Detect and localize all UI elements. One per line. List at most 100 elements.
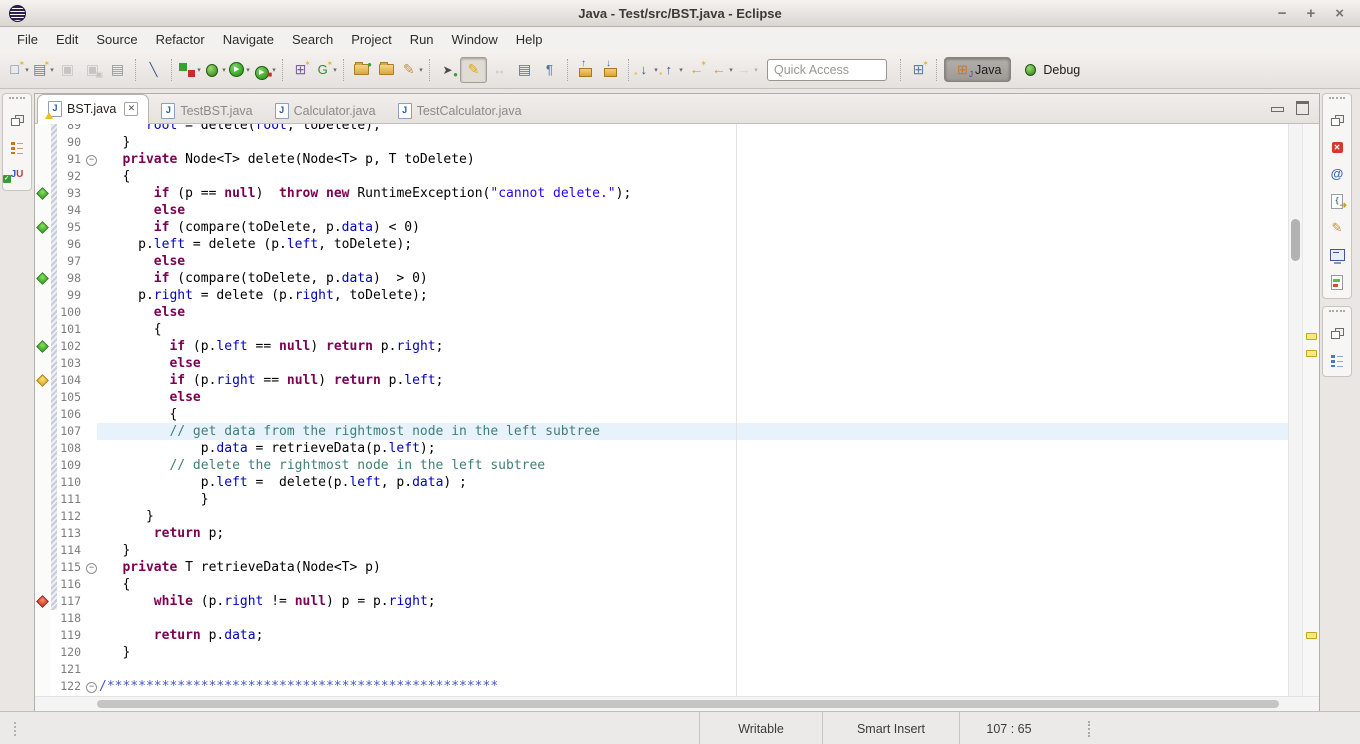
menu-refactor[interactable]: Refactor xyxy=(147,29,214,50)
code-line-100[interactable]: 100 else xyxy=(35,304,1289,321)
fold-gutter-cell[interactable] xyxy=(85,338,97,355)
code-text[interactable]: private T retrieveData(Node<T> p) xyxy=(97,559,1289,576)
code-line-122[interactable]: 122−/***********************************… xyxy=(35,678,1289,695)
collapse-icon[interactable]: − xyxy=(86,682,97,693)
search-view-icon[interactable]: ✎ xyxy=(1328,220,1346,236)
code-text[interactable]: } xyxy=(97,508,1289,525)
marker-gutter-cell[interactable] xyxy=(35,542,51,559)
code-line-97[interactable]: 97 else xyxy=(35,253,1289,270)
code-text[interactable]: else xyxy=(97,389,1289,406)
last-edit-location-button[interactable]: ←✶ xyxy=(684,58,709,82)
dropdown-arrow-icon[interactable]: ▾ xyxy=(50,66,54,74)
marker-gutter-cell[interactable] xyxy=(35,185,51,202)
show-whitespace-button[interactable]: ¶ xyxy=(537,58,562,82)
junit-view-icon[interactable]: JU✓ xyxy=(8,166,26,182)
marker-gutter-cell[interactable] xyxy=(35,124,51,134)
code-line-115[interactable]: 115− private T retrieveData(Node<T> p) xyxy=(35,559,1289,576)
code-text[interactable]: { xyxy=(97,168,1289,185)
quick-access-input[interactable] xyxy=(767,59,887,81)
code-text[interactable]: if (p == null) throw new RuntimeExceptio… xyxy=(97,185,1289,202)
close-tab-icon[interactable]: ✕ xyxy=(124,102,138,116)
code-text[interactable]: p.left = delete (p.left, toDelete); xyxy=(97,236,1289,253)
marker-gutter-cell[interactable] xyxy=(35,321,51,338)
marker-gutter-cell[interactable] xyxy=(35,610,51,627)
code-line-94[interactable]: 94 else xyxy=(35,202,1289,219)
code-line-99[interactable]: 99 p.right = delete (p.right, toDelete); xyxy=(35,287,1289,304)
marker-gutter-cell[interactable] xyxy=(35,372,51,389)
code-line-103[interactable]: 103 else xyxy=(35,355,1289,372)
fold-gutter-cell[interactable] xyxy=(85,644,97,661)
code-text[interactable]: if (compare(toDelete, p.data) < 0) xyxy=(97,219,1289,236)
fold-gutter-cell[interactable]: − xyxy=(85,559,97,576)
code-line-111[interactable]: 111 } xyxy=(35,491,1289,508)
code-text[interactable]: else xyxy=(97,253,1289,270)
menu-edit[interactable]: Edit xyxy=(47,29,87,50)
fold-gutter-cell[interactable] xyxy=(85,423,97,440)
code-text[interactable]: else xyxy=(97,202,1289,219)
restore-view-button[interactable] xyxy=(8,112,26,128)
code-line-90[interactable]: 90 } xyxy=(35,134,1289,151)
previous-annotation-button[interactable]: ↑▪▾ xyxy=(659,58,684,82)
minimize-window-button[interactable]: − xyxy=(1278,6,1287,21)
coverage-marker-icon[interactable] xyxy=(36,374,49,387)
fold-gutter-cell[interactable] xyxy=(85,610,97,627)
marker-gutter-cell[interactable] xyxy=(35,559,51,576)
fold-gutter-cell[interactable] xyxy=(85,321,97,338)
fold-gutter-cell[interactable] xyxy=(85,406,97,423)
code-line-121[interactable]: 121 xyxy=(35,661,1289,678)
code-line-106[interactable]: 106 { xyxy=(35,406,1289,423)
menu-project[interactable]: Project xyxy=(342,29,400,50)
menu-window[interactable]: Window xyxy=(443,29,507,50)
debug-button[interactable]: ▾ xyxy=(202,58,227,82)
horizontal-scrollbar-thumb[interactable] xyxy=(97,700,1279,708)
overview-ruler[interactable] xyxy=(1302,124,1319,697)
marker-gutter-cell[interactable] xyxy=(35,219,51,236)
marker-gutter-cell[interactable] xyxy=(35,678,51,695)
print-button[interactable]: ▤ xyxy=(105,58,130,82)
marker-gutter-cell[interactable] xyxy=(35,355,51,372)
fold-gutter-cell[interactable] xyxy=(85,304,97,321)
show-source-button[interactable]: ▤ xyxy=(512,58,537,82)
fold-gutter-cell[interactable] xyxy=(85,627,97,644)
open-task-button[interactable]: ● xyxy=(349,58,374,82)
code-text[interactable]: // delete the rightmost node in the left… xyxy=(97,457,1289,474)
coverage-marker-icon[interactable] xyxy=(36,272,49,285)
marker-gutter-cell[interactable] xyxy=(35,338,51,355)
save-button[interactable]: ▣ xyxy=(55,58,80,82)
fold-gutter-cell[interactable] xyxy=(85,287,97,304)
menu-file[interactable]: File xyxy=(8,29,47,50)
marker-gutter-cell[interactable] xyxy=(35,168,51,185)
code-text[interactable]: if (p.left == null) return p.right; xyxy=(97,338,1289,355)
warning-overview-mark[interactable] xyxy=(1306,333,1317,340)
new-button[interactable]: □✶▾ xyxy=(5,58,30,82)
code-text[interactable]: else xyxy=(97,355,1289,372)
problems-view-icon[interactable]: ✕ xyxy=(1328,139,1346,155)
marker-gutter-cell[interactable] xyxy=(35,304,51,321)
menu-source[interactable]: Source xyxy=(87,29,146,50)
dropdown-arrow-icon[interactable]: ▾ xyxy=(419,66,423,74)
fold-gutter-cell[interactable] xyxy=(85,440,97,457)
code-text[interactable]: while (p.right != null) p = p.right; xyxy=(97,593,1289,610)
console-view-icon[interactable] xyxy=(1328,247,1346,263)
dropdown-arrow-icon[interactable]: ▾ xyxy=(754,66,758,74)
marker-gutter-cell[interactable] xyxy=(35,576,51,593)
marker-gutter-cell[interactable] xyxy=(35,134,51,151)
code-line-118[interactable]: 118 xyxy=(35,610,1289,627)
coverage-marker-icon[interactable] xyxy=(36,187,49,200)
dropdown-arrow-icon[interactable]: ▾ xyxy=(333,66,337,74)
tab-bst-java[interactable]: JBST.java✕ xyxy=(37,94,149,124)
import-button[interactable]: ↓ xyxy=(598,58,623,82)
code-text[interactable]: if (compare(toDelete, p.data) > 0) xyxy=(97,270,1289,287)
menu-run[interactable]: Run xyxy=(401,29,443,50)
dropdown-arrow-icon[interactable]: ▾ xyxy=(272,66,276,74)
debug-perspective-button[interactable]: Debug xyxy=(1013,58,1089,81)
code-text[interactable]: private Node<T> delete(Node<T> p, T toDe… xyxy=(97,151,1289,168)
restore-view-button[interactable] xyxy=(1328,112,1346,128)
tab-calculator-java[interactable]: JCalculator.java xyxy=(265,98,386,123)
marker-gutter-cell[interactable] xyxy=(35,406,51,423)
fold-gutter-cell[interactable] xyxy=(85,457,97,474)
show-selected-element-button[interactable]: ➤● xyxy=(435,58,460,82)
code-text[interactable]: else xyxy=(97,304,1289,321)
warning-overview-mark[interactable] xyxy=(1306,632,1317,639)
maximize-editor-icon[interactable] xyxy=(1296,101,1309,115)
